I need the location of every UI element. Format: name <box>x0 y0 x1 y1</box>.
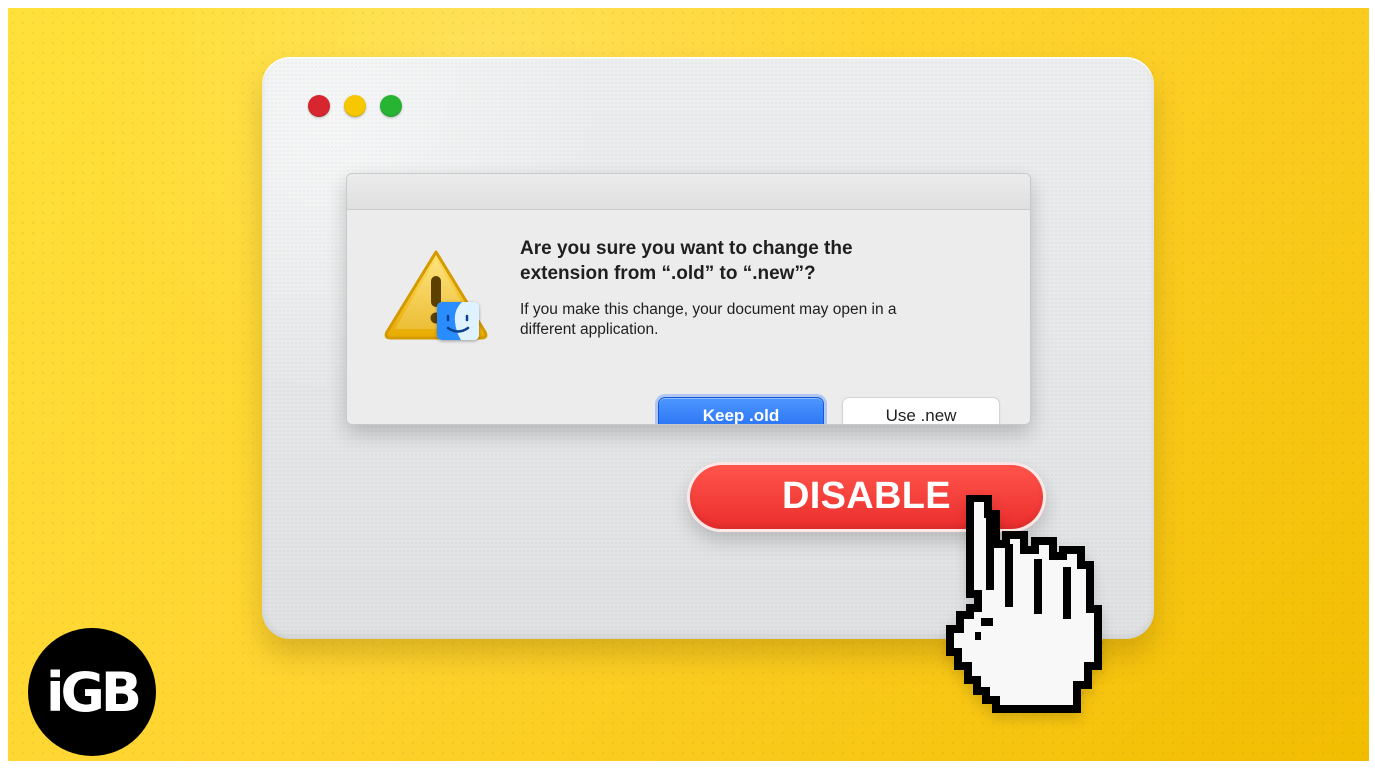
dialog-message: If you make this change, your document m… <box>520 301 897 338</box>
use-new-button[interactable]: Use .new <box>842 397 1000 424</box>
hero-scene: Are you sure you want to change the exte… <box>8 8 1369 761</box>
minimize-window-button[interactable] <box>344 95 366 117</box>
dialog-title: Are you sure you want to change the exte… <box>520 238 853 284</box>
alert-icon-group <box>381 248 491 342</box>
dialog-titlebar <box>347 174 1030 210</box>
zoom-window-button[interactable] <box>380 95 402 117</box>
close-window-button[interactable] <box>308 95 330 117</box>
hand-cursor-icon <box>936 495 1108 722</box>
extension-change-dialog: Are you sure you want to change the exte… <box>346 173 1031 425</box>
finder-icon <box>437 302 479 340</box>
dialog-body: Are you sure you want to change the exte… <box>347 210 1030 424</box>
keep-old-button[interactable]: Keep .old <box>658 397 824 424</box>
igb-logo: iGB <box>28 628 156 756</box>
